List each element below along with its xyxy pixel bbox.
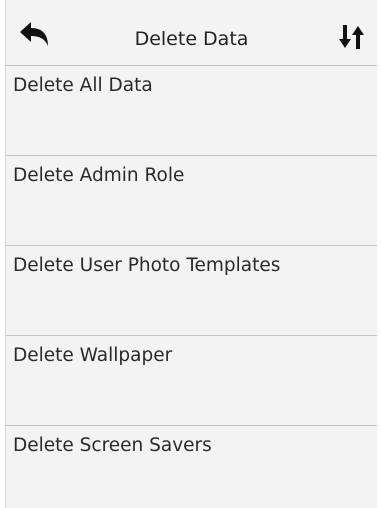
list-item-label: Delete Screen Savers xyxy=(13,435,212,456)
list-item-label: Delete Wallpaper xyxy=(13,345,173,366)
list-item-delete-screen-savers[interactable]: Delete Screen Savers xyxy=(6,426,377,508)
delete-data-screen: Delete Data Delete All Data Delete Admin… xyxy=(5,0,377,508)
list-item-delete-user-photo-templates[interactable]: Delete User Photo Templates xyxy=(6,246,377,336)
list-item-delete-admin-role[interactable]: Delete Admin Role xyxy=(6,156,377,246)
list-item-label: Delete User Photo Templates xyxy=(13,255,281,276)
list-item-delete-all-data[interactable]: Delete All Data xyxy=(6,66,377,156)
list-item-label: Delete All Data xyxy=(13,75,153,96)
list-item-label: Delete Admin Role xyxy=(13,165,185,186)
delete-options-list: Delete All Data Delete Admin Role Delete… xyxy=(6,66,377,508)
page-title: Delete Data xyxy=(134,28,249,50)
list-item-delete-wallpaper[interactable]: Delete Wallpaper xyxy=(6,336,377,426)
header-bar: Delete Data xyxy=(6,0,377,66)
sort-arrows-icon xyxy=(339,25,364,49)
sort-button[interactable] xyxy=(335,22,369,52)
